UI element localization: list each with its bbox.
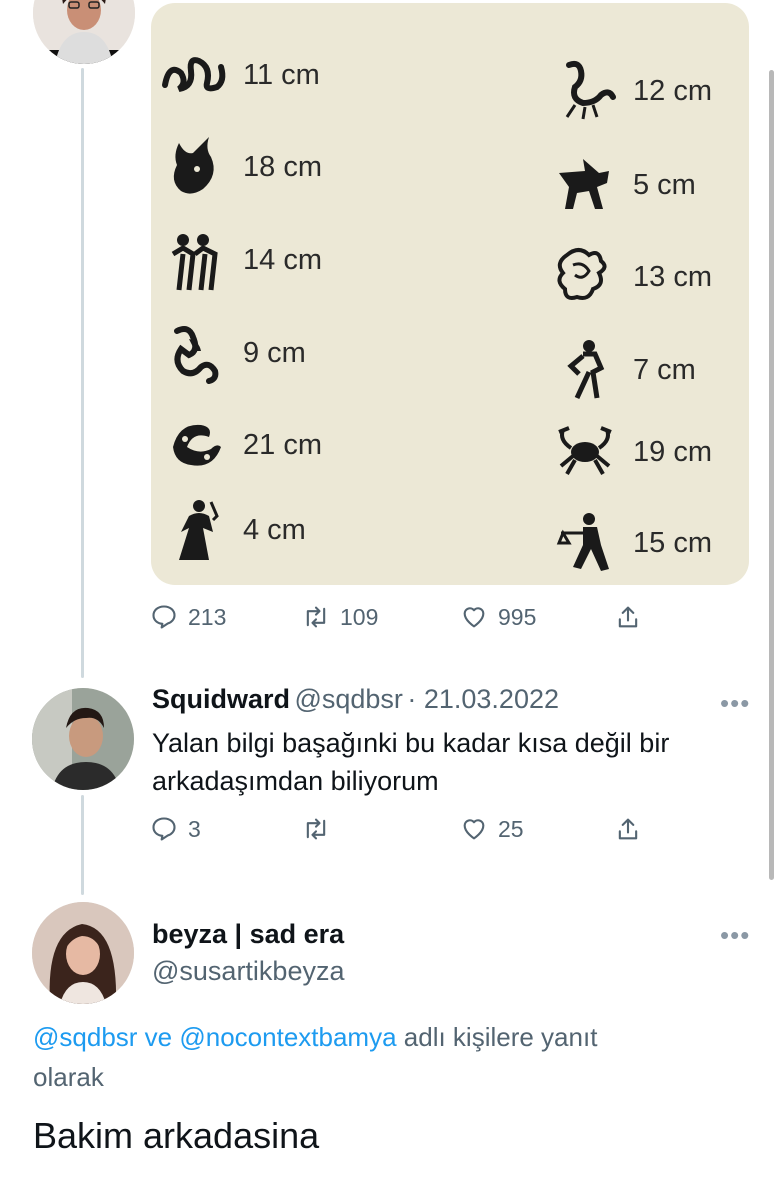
avatar[interactable] — [32, 688, 134, 790]
libra-icon — [556, 513, 609, 571]
user-handle[interactable]: @sqdbsr — [294, 684, 402, 714]
avatar[interactable] — [32, 902, 134, 1004]
reply-button[interactable]: 3 — [150, 815, 201, 843]
heart-icon — [463, 607, 485, 628]
reply-icon — [152, 605, 176, 629]
tweet-actions: 213 109 995 — [150, 603, 650, 639]
retweet-button[interactable] — [302, 815, 340, 843]
tweet-text: Yalan bilgi başağınki bu kadar kısa deği… — [152, 724, 669, 800]
reply-button[interactable]: 213 — [150, 603, 226, 631]
sign-row: 4 cm — [159, 498, 306, 562]
like-button[interactable]: 995 — [460, 603, 536, 631]
measure-label: 9 cm — [243, 336, 306, 369]
sign-row: 11 cm — [159, 43, 320, 107]
tweet-header: Squidward @sqdbsr · 21.03.2022 — [152, 684, 559, 715]
sign-row: 18 cm — [159, 135, 322, 199]
heart-icon — [463, 819, 485, 840]
mention-link[interactable]: @sqdbsr — [33, 1022, 137, 1052]
measure-label: 7 cm — [633, 353, 696, 386]
measure-label: 19 cm — [633, 435, 712, 468]
sign-row: 7 cm — [549, 338, 696, 402]
measure-label: 13 cm — [633, 260, 712, 293]
measure-label: 5 cm — [633, 168, 696, 201]
taurus-icon — [173, 137, 214, 194]
measure-label: 15 cm — [633, 526, 712, 559]
measure-label: 14 cm — [243, 243, 322, 276]
tweet-image[interactable]: 11 cm 18 cm 14 cm 9 cm 21 cm 4 cm 12 cm … — [151, 3, 749, 585]
measure-label: 18 cm — [243, 150, 322, 183]
gemini-icon — [171, 234, 218, 291]
display-name[interactable]: Squidward — [152, 684, 290, 714]
replying-to-text: adlı kişilere yanıt — [396, 1022, 598, 1052]
reply-icon — [152, 817, 176, 841]
measure-label: 21 cm — [243, 428, 322, 461]
measure-label: 11 cm — [243, 58, 320, 91]
tweet-text-line: arkadaşımdan biliyorum — [152, 766, 439, 796]
sagittarius-icon — [559, 159, 609, 209]
avatar[interactable] — [33, 0, 135, 64]
scorpio-icon — [565, 60, 616, 120]
like-count: 25 — [498, 815, 524, 842]
retweet-icon — [306, 606, 326, 628]
reply-count: 213 — [188, 603, 227, 630]
tweet-actions: 3 25 — [150, 815, 650, 851]
sign-row: 12 cm — [549, 59, 712, 123]
sign-row: 19 cm — [549, 420, 712, 484]
retweet-icon — [306, 818, 326, 840]
tweet-text-line: Yalan bilgi başağınki bu kadar kısa deği… — [152, 728, 670, 758]
sign-row: 21 cm — [159, 413, 322, 477]
share-icon — [618, 606, 638, 628]
sign-row: 5 cm — [549, 153, 696, 217]
pisces-icon — [173, 424, 221, 466]
mention-link[interactable]: @nocontextbamya — [179, 1022, 396, 1052]
replying-to: @sqdbsr ve @nocontextbamya adlı kişilere… — [33, 1017, 733, 1097]
capricorn-icon — [174, 326, 219, 384]
sign-row: 15 cm — [549, 511, 712, 575]
share-button[interactable] — [614, 603, 642, 631]
thread-line — [81, 795, 84, 895]
share-icon — [618, 818, 638, 840]
cancer-icon — [558, 426, 612, 475]
aquarius-icon — [567, 340, 605, 400]
sign-row: 14 cm — [159, 228, 322, 292]
measure-label: 4 cm — [243, 513, 306, 546]
share-button[interactable] — [614, 815, 642, 843]
leo-icon — [557, 248, 607, 300]
measure-label: 12 cm — [633, 74, 712, 107]
reply-count: 3 — [188, 815, 201, 842]
like-button[interactable]: 25 — [460, 815, 524, 843]
thread-line — [81, 68, 84, 678]
replying-to-text: ve — [137, 1022, 180, 1052]
display-name[interactable]: beyza | sad era — [152, 919, 344, 950]
sign-row: 9 cm — [159, 321, 306, 385]
aries-icon — [162, 57, 226, 92]
more-options-icon[interactable]: ••• — [720, 920, 750, 951]
virgo-icon — [179, 500, 219, 560]
user-handle[interactable]: @susartikbeyza — [152, 956, 344, 987]
more-options-icon[interactable]: ••• — [720, 688, 750, 719]
retweet-count: 109 — [340, 603, 379, 630]
like-count: 995 — [498, 603, 537, 630]
tweet-text: Bakim arkadasina — [33, 1115, 320, 1156]
scrollbar[interactable] — [769, 70, 774, 880]
tweet-date[interactable]: · 21.03.2022 — [407, 684, 559, 714]
sign-row: 13 cm — [549, 245, 712, 309]
replying-to-text: olarak — [33, 1062, 104, 1092]
retweet-button[interactable]: 109 — [302, 603, 378, 631]
